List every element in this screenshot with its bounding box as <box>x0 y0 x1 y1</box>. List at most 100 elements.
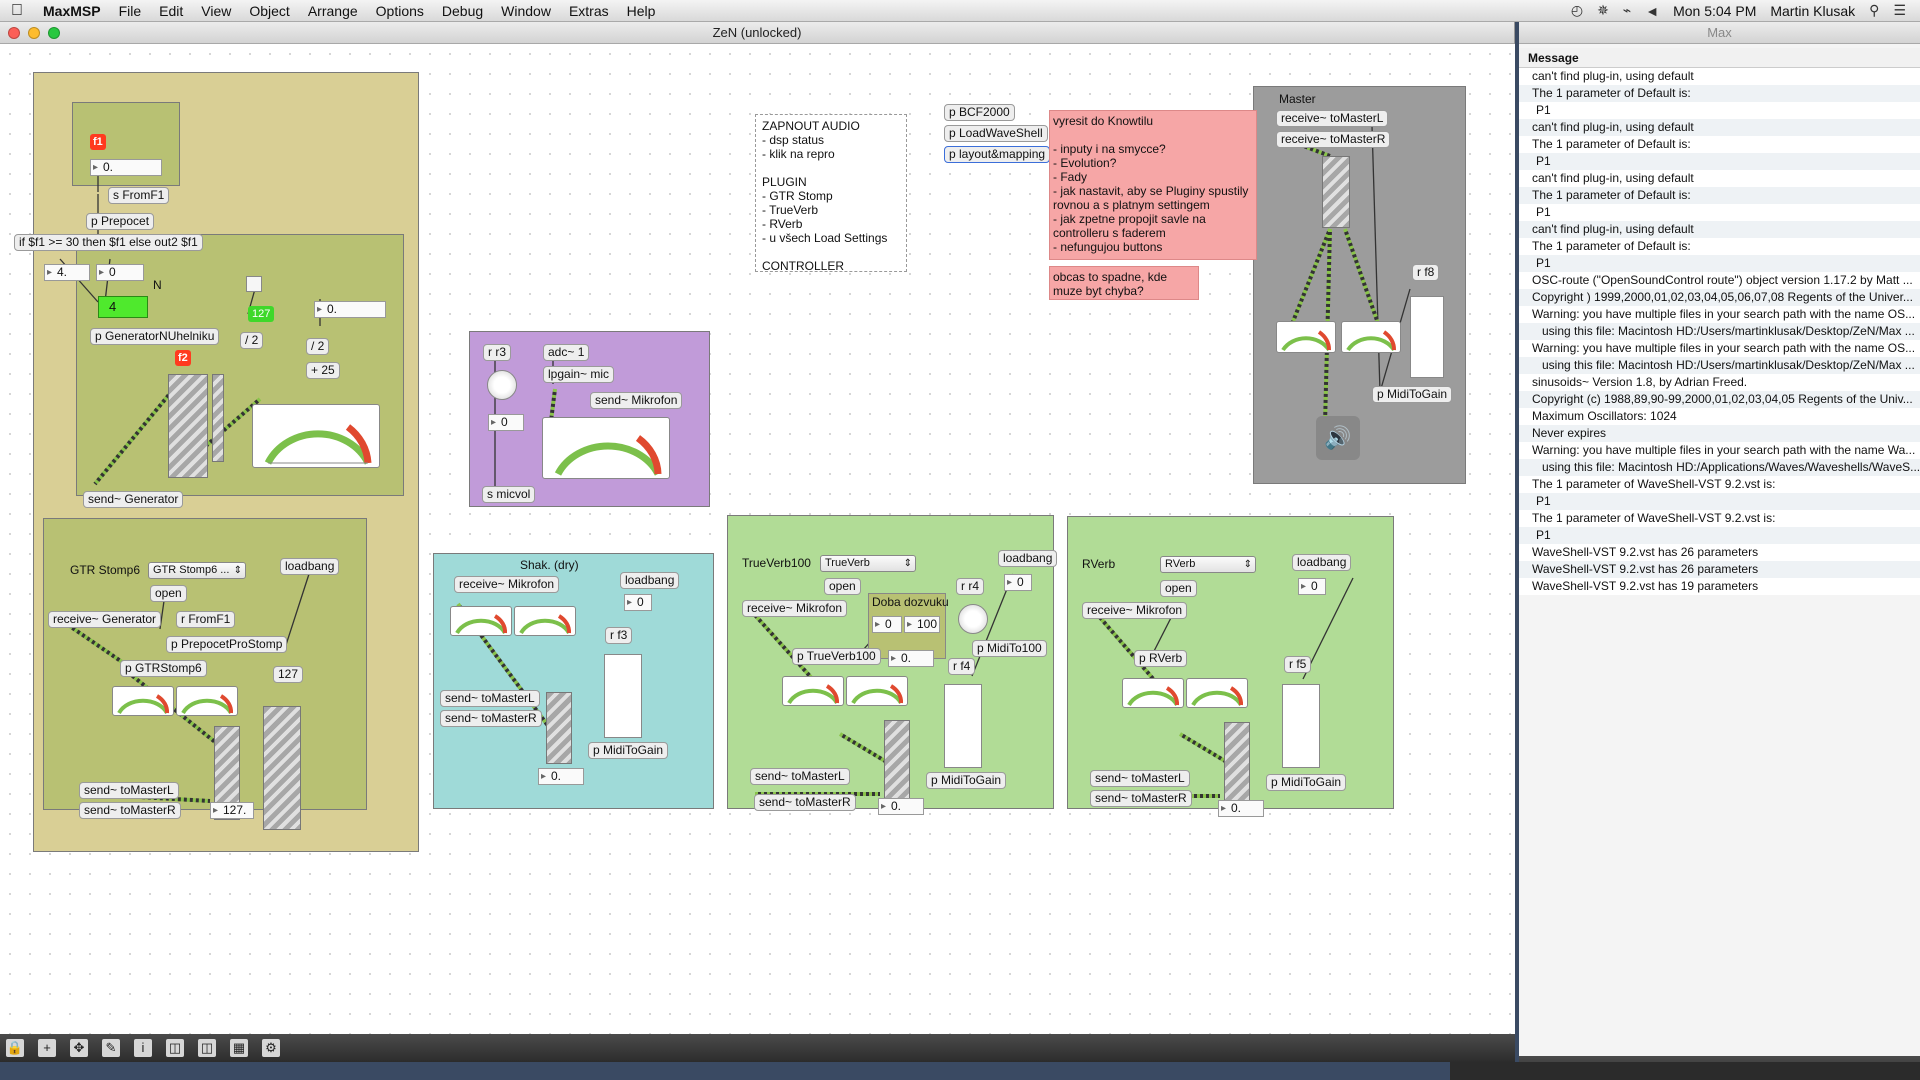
menu-view[interactable]: View <box>192 3 240 19</box>
trueverb-menu[interactable]: TrueVerb <box>820 555 916 572</box>
master-gain-slider[interactable] <box>1322 156 1350 228</box>
rverb-fader[interactable] <box>1282 684 1320 768</box>
f1-number-box[interactable]: 0. <box>90 159 162 176</box>
console-message-row[interactable]: using this file: Macintosh HD:/Users/mar… <box>1519 323 1920 340</box>
r-f4-object[interactable]: r f4 <box>948 658 976 675</box>
send-tomasterr-gtr-object[interactable]: send~ toMasterR <box>79 802 181 819</box>
console-message-row[interactable]: OSC-route ("OpenSoundControl route") obj… <box>1519 272 1920 289</box>
gtr-127-box[interactable]: 127 <box>273 666 304 683</box>
console-message-row[interactable]: WaveShell-VST 9.2.vst has 26 parameters <box>1519 544 1920 561</box>
loadbang-rverb-object[interactable]: loadbang <box>1292 554 1352 571</box>
receive-mikrofon-rv-object[interactable]: receive~ Mikrofon <box>1082 602 1188 619</box>
open-trueverb-message[interactable]: open <box>824 578 861 595</box>
inspector-icon[interactable]: i <box>134 1039 152 1057</box>
p-miditogain-tv-object[interactable]: p MidiToGain <box>926 772 1007 789</box>
number-box-4[interactable]: 4. <box>44 264 90 281</box>
receive-tomasterr-object[interactable]: receive~ toMasterR <box>1276 131 1391 148</box>
console-message-row[interactable]: Warning: you have multiple files in your… <box>1519 340 1920 357</box>
shak-fader[interactable] <box>604 654 642 738</box>
trueverb-loadbang-number[interactable]: 0 <box>1004 574 1032 591</box>
f2-message[interactable]: f2 <box>175 350 191 366</box>
console-message-row[interactable]: Never expires <box>1519 425 1920 442</box>
trueverb-dial[interactable] <box>958 604 988 634</box>
console-message-row[interactable]: Copyright (c) 1988,89,90-99,2000,01,02,0… <box>1519 391 1920 408</box>
receive-tomasterl-object[interactable]: receive~ toMasterL <box>1276 110 1389 127</box>
send-tomasterr-rv-object[interactable]: send~ toMasterR <box>1090 790 1192 807</box>
send-tomasterr-tv-object[interactable]: send~ toMasterR <box>754 794 856 811</box>
divide-2-object-a[interactable]: / 2 <box>240 332 264 349</box>
receive-mikrofon-tv-object[interactable]: receive~ Mikrofon <box>742 600 848 617</box>
p-layout-mapping-object[interactable]: p layout&mapping <box>944 146 1051 163</box>
snap-icon[interactable]: ⚙ <box>262 1039 280 1057</box>
master-fader[interactable] <box>1410 296 1444 378</box>
r-r3-object[interactable]: r r3 <box>483 344 511 361</box>
tv-output-number-box[interactable]: 0. <box>878 798 924 815</box>
receive-mikrofon-shak-object[interactable]: receive~ Mikrofon <box>454 576 560 593</box>
console-message-row[interactable]: P1 <box>1519 493 1920 510</box>
trueverb-gain-slider[interactable] <box>884 720 910 810</box>
shak-number-box[interactable]: 0. <box>538 768 584 785</box>
if-expression-object[interactable]: if $f1 >= 30 then $f1 else out2 $f1 <box>14 234 203 251</box>
p-miditogain-master-object[interactable]: p MidiToGain <box>1372 386 1453 403</box>
console-message-row[interactable]: P1 <box>1519 255 1920 272</box>
console-message-row[interactable]: P1 <box>1519 204 1920 221</box>
s-fromf1-object[interactable]: s FromF1 <box>108 187 170 204</box>
send-generator-object[interactable]: send~ Generator <box>83 491 184 508</box>
send-tomasterl-tv-object[interactable]: send~ toMasterL <box>750 768 850 785</box>
console-message-row[interactable]: P1 <box>1519 102 1920 119</box>
console-message-row[interactable]: WaveShell-VST 9.2.vst has 26 parameters <box>1519 561 1920 578</box>
number-127-box[interactable]: 127 <box>248 306 275 322</box>
menu-extras[interactable]: Extras <box>560 3 618 19</box>
presentation-icon[interactable]: ✎ <box>102 1039 120 1057</box>
console-message-row[interactable]: Copyright ) 1999,2000,01,02,03,04,05,06,… <box>1519 289 1920 306</box>
console-message-row[interactable]: P1 <box>1519 153 1920 170</box>
r-r4-object[interactable]: r r4 <box>956 578 984 595</box>
loadbang-gtr-object[interactable]: loadbang <box>280 558 340 575</box>
menu-object[interactable]: Object <box>240 3 298 19</box>
console-message-row[interactable]: Warning: you have multiple files in your… <box>1519 442 1920 459</box>
console-message-row[interactable]: sinusoids~ Version 1.8, by Adrian Freed. <box>1519 374 1920 391</box>
spotlight-icon[interactable]: ⚲ <box>1869 2 1879 19</box>
rverb-menu[interactable]: RVerb <box>1160 556 1256 573</box>
console-message-row[interactable]: Maximum Oscillators: 1024 <box>1519 408 1920 425</box>
rverb-loadbang-number[interactable]: 0 <box>1298 578 1326 595</box>
menu-help[interactable]: Help <box>618 3 665 19</box>
p-midito100-object[interactable]: p MidiTo100 <box>972 640 1047 657</box>
console-message-list[interactable]: can't find plug-in, using default The 1 p… <box>1519 68 1920 595</box>
layer-icon[interactable]: ◫ <box>166 1039 184 1057</box>
float-number-box[interactable]: 0. <box>314 301 386 318</box>
menu-file[interactable]: File <box>110 3 151 19</box>
layer-2-icon[interactable]: ◫ <box>198 1039 216 1057</box>
console-message-row[interactable]: WaveShell-VST 9.2.vst has 19 parameters <box>1519 578 1920 595</box>
console-message-row[interactable]: can't find plug-in, using default <box>1519 68 1920 85</box>
send-tomasterl-rv-object[interactable]: send~ toMasterL <box>1090 770 1190 787</box>
gtr-number-box[interactable]: 127. <box>210 802 254 819</box>
toggle-button[interactable] <box>246 276 262 292</box>
rv-output-number-box[interactable]: 0. <box>1218 800 1264 817</box>
console-message-row[interactable]: The 1 parameter of Default is: <box>1519 187 1920 204</box>
receive-generator-object[interactable]: receive~ Generator <box>48 611 162 628</box>
trueverb-number-box[interactable]: 0. <box>888 650 934 667</box>
bluetooth-icon[interactable]: ✵ <box>1597 2 1609 19</box>
apple-icon[interactable]:  <box>0 2 34 20</box>
shak-loadbang-number[interactable]: 0 <box>624 594 652 611</box>
user-name[interactable]: Martin Klusak <box>1770 3 1855 19</box>
console-message-row[interactable]: The 1 parameter of WaveShell-VST 9.2.vst… <box>1519 476 1920 493</box>
console-message-row[interactable]: The 1 parameter of Default is: <box>1519 238 1920 255</box>
doba-number-0[interactable]: 0 <box>872 616 902 633</box>
r-f5-object[interactable]: r f5 <box>1284 656 1312 673</box>
menu-arrange[interactable]: Arrange <box>299 3 367 19</box>
open-gtr-message[interactable]: open <box>150 585 187 602</box>
console-message-row[interactable]: can't find plug-in, using default <box>1519 170 1920 187</box>
r-f3-object[interactable]: r f3 <box>605 627 633 644</box>
lock-icon[interactable]: 🔒 <box>6 1039 24 1057</box>
close-button[interactable] <box>8 27 20 39</box>
patcher-canvas[interactable]: f1 0. s FromF1 p Prepocet if $f1 >= 30 t… <box>0 44 1515 1034</box>
p-trueverb100-object[interactable]: p TrueVerb100 <box>792 648 881 665</box>
send-mikrofon-object[interactable]: send~ Mikrofon <box>590 392 683 409</box>
gtr-fader[interactable] <box>263 706 301 830</box>
open-rverb-message[interactable]: open <box>1160 580 1197 597</box>
wifi-icon[interactable]: ⌁ <box>1623 2 1631 19</box>
r-f8-object[interactable]: r f8 <box>1412 264 1440 281</box>
trueverb-fader[interactable] <box>944 684 982 768</box>
